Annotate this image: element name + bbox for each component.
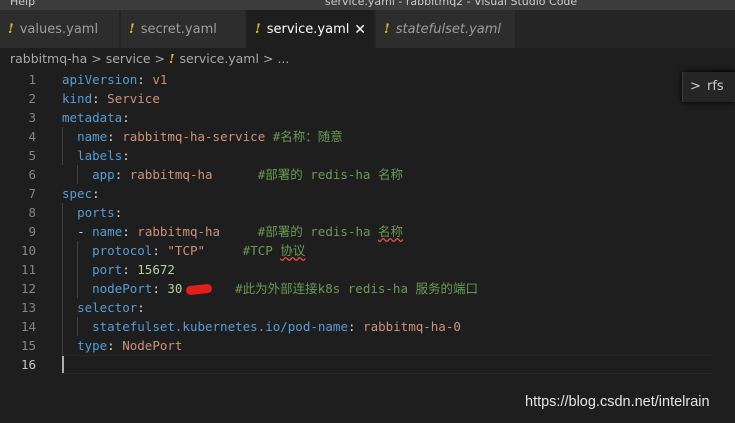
line-number: 15 xyxy=(20,338,36,353)
line-number: 4 xyxy=(28,129,36,144)
yaml-warning-icon: ! xyxy=(169,51,175,66)
code-line: 12 nodePort: 30 #此为外部连接k8s redis-ha 服务的端… xyxy=(0,279,735,298)
tab-label: values.yaml xyxy=(19,22,99,37)
line-number: 6 xyxy=(28,167,36,182)
code-editor[interactable]: 1 apiVersion: v1 2 kind: Service 3 metad… xyxy=(0,70,735,423)
code-line: 3 metadata: xyxy=(0,108,735,127)
line-number: 7 xyxy=(28,186,36,201)
line-number: 12 xyxy=(20,281,36,296)
code-line: 6 app: rabbitmq-ha #部署的 redis-ha 名称 xyxy=(0,165,735,184)
line-number: 16 xyxy=(20,357,36,372)
title-bar: Help service.yaml - rabbitmq2 - Visual S… xyxy=(0,0,735,10)
line-number: 3 xyxy=(28,110,36,125)
tab-label: service.yaml xyxy=(266,22,350,37)
code-line: 14 statefulset.kubernetes.io/pod-name: r… xyxy=(0,317,735,336)
tab-label: secret.yaml xyxy=(140,22,217,37)
yaml-warning-icon: ! xyxy=(384,22,390,37)
chevron-right-icon: > xyxy=(262,51,274,66)
chevron-right-icon: > xyxy=(154,51,165,66)
watermark: https://blog.csdn.net/intelrain xyxy=(525,394,710,410)
code-line: 2 kind: Service xyxy=(0,89,735,108)
yaml-warning-icon: ! xyxy=(129,22,135,37)
line-number: 14 xyxy=(20,319,36,334)
window-title: service.yaml - rabbitmq2 - Visual Studio… xyxy=(325,0,578,8)
breadcrumb-file[interactable]: service.yaml xyxy=(180,48,259,70)
code-line: 15 type: NodePort xyxy=(0,336,735,355)
code-line: 13 selector: xyxy=(0,298,735,317)
peek-widget[interactable]: > rfs xyxy=(682,72,735,102)
tab-values-yaml[interactable]: ! values.yaml xyxy=(0,10,120,48)
chevron-right-icon[interactable]: > xyxy=(690,72,701,102)
breadcrumb-folder-service[interactable]: service xyxy=(106,48,151,70)
yaml-warning-icon: ! xyxy=(8,22,14,37)
tab-secret-yaml[interactable]: ! secret.yaml xyxy=(121,10,246,48)
menu-help[interactable]: Help xyxy=(10,0,35,8)
code-line: 1 apiVersion: v1 xyxy=(0,70,735,89)
tab-service-yaml[interactable]: ! service.yaml ✕ xyxy=(247,10,375,48)
peek-widget-label: rfs xyxy=(707,79,724,94)
tab-statefulset-yaml[interactable]: ! statefulset.yaml xyxy=(376,10,516,48)
code-line: 10 protocol: "TCP" #TCP 协议 xyxy=(0,241,735,260)
line-number: 5 xyxy=(28,148,36,163)
code-line: 9 - name: rabbitmq-ha #部署的 redis-ha 名称 xyxy=(0,222,735,241)
line-number: 2 xyxy=(28,91,36,106)
breadcrumb-symbol[interactable]: ... xyxy=(277,48,289,70)
code-line: 4 name: rabbitmq-ha-service #名称：随意 xyxy=(0,127,735,146)
line-number: 8 xyxy=(28,205,36,220)
line-number: 11 xyxy=(20,262,36,277)
line-number: 1 xyxy=(28,72,36,87)
code-line: 8 ports: xyxy=(0,203,735,222)
code-line: 5 labels: xyxy=(0,146,735,165)
code-line: 7 spec: xyxy=(0,184,735,203)
code-line: 11 port: 15672 xyxy=(0,260,735,279)
breadcrumb-folder-rabbitmq-ha[interactable]: rabbitmq-ha xyxy=(10,48,87,70)
code-line: 16 xyxy=(0,355,735,374)
chevron-right-icon: > xyxy=(91,51,102,66)
editor-tab-bar: ! values.yaml ! secret.yaml ! service.yaml … xyxy=(0,10,735,49)
yaml-warning-icon: ! xyxy=(255,22,261,37)
line-number: 13 xyxy=(20,300,36,315)
line-number: 10 xyxy=(20,243,36,258)
tab-label: statefulset.yaml xyxy=(395,22,502,37)
text-cursor xyxy=(62,356,64,373)
line-number: 9 xyxy=(28,224,36,239)
close-icon[interactable]: ✕ xyxy=(354,10,366,50)
breadcrumb: rabbitmq-ha > service >! service.yaml >... xyxy=(0,48,735,70)
